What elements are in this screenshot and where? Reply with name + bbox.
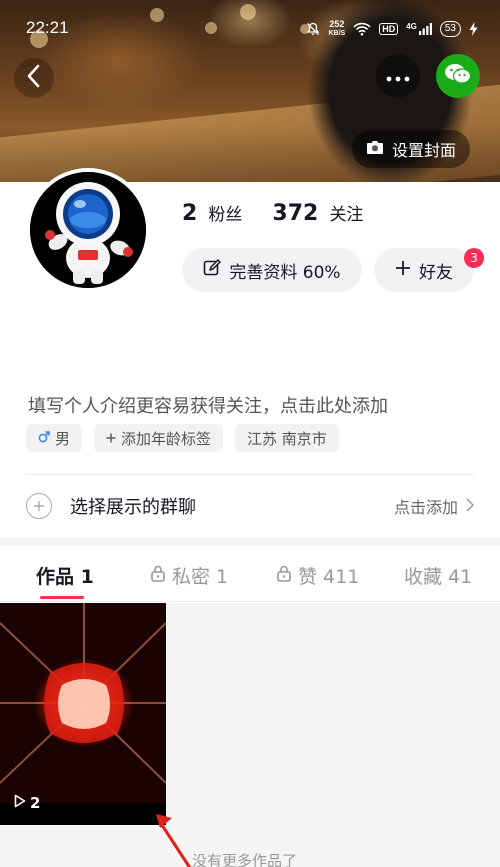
tab-works[interactable]: 作品 1	[36, 562, 94, 589]
fans-count: 2	[182, 201, 198, 226]
no-more-works-text: 没有更多作品了	[192, 852, 298, 867]
gender-tag[interactable]: 男	[26, 424, 83, 452]
following-stat[interactable]: 372 关注	[272, 200, 363, 226]
group-chat-action[interactable]: 点击添加	[393, 494, 475, 518]
profile-stats: 2 粉丝 372 关注	[182, 200, 363, 226]
lock-icon	[150, 565, 166, 587]
charging-icon	[469, 22, 478, 36]
astronaut-avatar-image	[30, 172, 146, 288]
group-chat-label: 选择展示的群聊	[70, 497, 196, 518]
battery-indicator: 53	[439, 21, 461, 37]
bell-off-icon	[306, 22, 320, 36]
tab-likes-label: 赞 411	[298, 566, 360, 588]
video-thumbnail[interactable]	[0, 603, 166, 825]
tab-favorites-label: 收藏 41	[404, 566, 473, 588]
chevron-left-icon	[25, 64, 43, 92]
play-count: 2	[14, 794, 40, 812]
edit-profile-button[interactable]: 完善资料 60%	[182, 248, 362, 292]
plus-circle-icon	[26, 493, 52, 519]
divider	[26, 474, 474, 475]
add-friend-button[interactable]: 好友	[374, 248, 474, 292]
add-friend-label: 好友	[419, 262, 453, 283]
age-tag[interactable]: 添加年龄标签	[94, 424, 224, 452]
male-icon	[38, 429, 50, 447]
edit-icon	[203, 258, 222, 282]
set-cover-button[interactable]: 设置封面	[352, 130, 471, 168]
back-button[interactable]	[14, 58, 54, 98]
hd-indicator: HD	[379, 23, 399, 35]
location-label: 江苏 南京市	[247, 429, 327, 448]
active-tab-indicator	[40, 596, 84, 599]
wifi-icon	[353, 22, 371, 36]
content-tabs: 作品 1 私密 1 赞 411 收藏 41	[0, 546, 500, 602]
set-cover-label: 设置封面	[392, 141, 457, 160]
bio-placeholder[interactable]: 填写个人介绍更容易获得关注，点击此处添加	[28, 392, 388, 418]
lock-icon	[276, 565, 292, 587]
fans-stat[interactable]: 2 粉丝	[182, 200, 242, 226]
avatar[interactable]	[26, 168, 150, 292]
tab-private[interactable]: 私密 1	[150, 562, 228, 589]
play-count-value: 2	[30, 794, 41, 812]
signal-icon: 4G	[406, 22, 432, 36]
tab-private-label: 私密 1	[172, 566, 229, 588]
net-speed: 252 KB/S	[328, 20, 345, 38]
profile-tags: 男 添加年龄标签 江苏 南京市	[26, 424, 339, 452]
section-gap	[0, 538, 500, 546]
more-dots-icon	[386, 67, 410, 86]
group-chat-row[interactable]: 选择展示的群聊 点击添加	[26, 484, 475, 528]
following-label: 关注	[329, 205, 364, 225]
chevron-right-icon	[466, 497, 475, 516]
age-label: 添加年龄标签	[121, 429, 212, 448]
wechat-share-button[interactable]	[436, 54, 480, 98]
more-button[interactable]	[376, 54, 420, 98]
status-bar: 22:21 252 KB/S HD 4G 53	[0, 14, 500, 46]
status-time: 22:21	[26, 18, 69, 37]
location-tag[interactable]: 江苏 南京市	[235, 424, 339, 452]
status-icons: 252 KB/S HD 4G 53	[306, 20, 478, 38]
tab-favorites[interactable]: 收藏 41	[404, 562, 472, 589]
plus-icon	[395, 260, 411, 281]
plus-small-icon	[106, 429, 116, 447]
network-type: 4G	[406, 22, 417, 31]
play-icon	[14, 794, 26, 812]
following-count: 372	[272, 201, 319, 226]
gender-label: 男	[55, 429, 71, 448]
net-speed-value: 252	[329, 19, 345, 29]
net-speed-unit: KB/S	[328, 30, 346, 37]
friend-notification-badge: 3	[464, 248, 484, 268]
group-chat-action-label: 点击添加	[393, 498, 458, 517]
wechat-icon	[444, 62, 472, 90]
fans-label: 粉丝	[208, 205, 243, 225]
tab-works-label: 作品 1	[36, 566, 94, 588]
tab-likes[interactable]: 赞 411	[276, 562, 359, 589]
edit-profile-label: 完善资料 60%	[229, 262, 341, 283]
camera-icon	[366, 140, 384, 159]
